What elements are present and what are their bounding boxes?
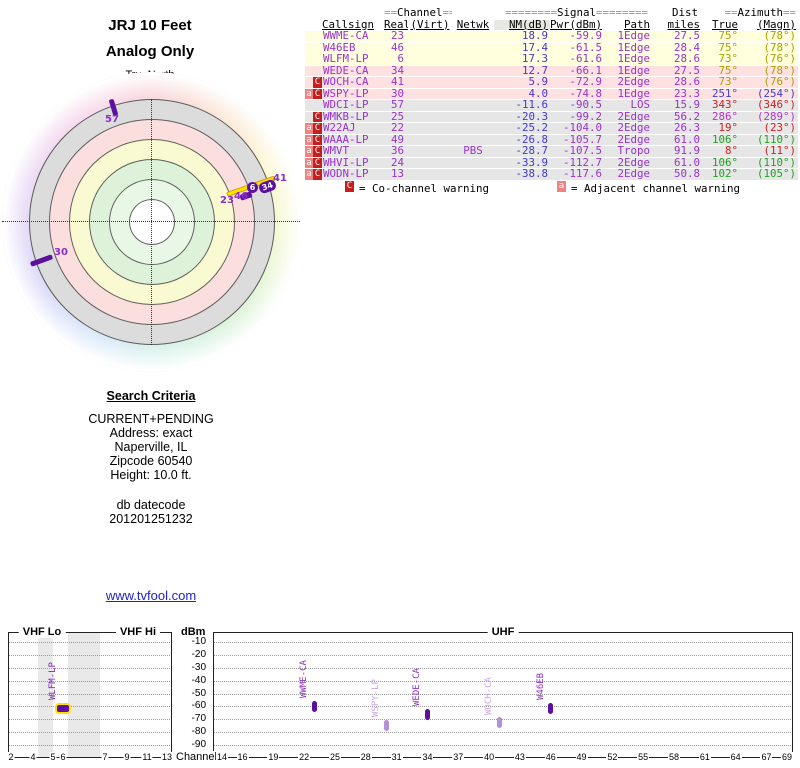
- dbm-tick-label: -40: [176, 674, 206, 686]
- grid-line: [213, 706, 793, 708]
- grid-line: [8, 693, 172, 695]
- grid-line: [8, 680, 172, 682]
- dbm-tick-label: -90: [176, 739, 206, 750]
- channel-tick-label: 16: [236, 752, 249, 762]
- grid-line: [213, 654, 793, 656]
- signal-marker-label: WLFM-LP: [48, 662, 58, 701]
- signal-marker-label: W46EB: [535, 673, 546, 701]
- vhf-shade-band: [68, 633, 100, 757]
- channel-tick-label: 2: [7, 752, 15, 762]
- band-label-vhf-lo: VHF Lo: [18, 626, 66, 638]
- channel-tick-label: 55: [637, 752, 650, 762]
- grid-line: [213, 745, 793, 746]
- channel-tick-label: 34: [421, 752, 434, 762]
- signal-marker: [55, 702, 71, 714]
- channel-tick-label: 28: [359, 752, 372, 762]
- grid-line: [8, 654, 172, 656]
- grid-line: [213, 719, 793, 721]
- grid-line: [8, 706, 172, 708]
- panel-border: [792, 632, 793, 757]
- channel-tick-label: 52: [606, 752, 619, 762]
- signal-marker-label: WEDE-CA: [412, 668, 423, 707]
- channel-axis-label: Channel: [176, 751, 217, 763]
- signal-marker-label: WSPY-LP: [371, 679, 382, 718]
- tvfool-report: JRJ 10 Feet Analog Only TrueNorth N 57 3…: [0, 0, 800, 768]
- panel-border: [213, 632, 214, 757]
- grid-line: [213, 732, 793, 734]
- channel-tick-label: 7: [101, 752, 109, 762]
- channel-tick-label: 43: [513, 752, 526, 762]
- signal-marker: [424, 708, 430, 720]
- dbm-axis-label: dBm: [181, 626, 206, 638]
- channel-tick-label: 11: [141, 752, 153, 762]
- channel-tick-label: 19: [267, 752, 280, 762]
- channel-tick-label: 25: [328, 752, 342, 762]
- grid-line: [8, 732, 172, 734]
- dbm-tick-label: -80: [176, 726, 206, 738]
- channel-tick-label: 67: [760, 752, 773, 762]
- grid-line: [8, 642, 172, 643]
- channel-tick-label: 69: [780, 752, 794, 762]
- signal-marker: [311, 700, 317, 712]
- band-label-vhf-hi: VHF Hi: [115, 626, 161, 638]
- channel-tick-label: 14: [215, 752, 229, 762]
- channel-tick-label: 22: [298, 752, 311, 762]
- grid-line: [8, 667, 172, 669]
- dbm-tick-label: -50: [176, 687, 206, 699]
- channel-tick-label: 31: [390, 752, 403, 762]
- signal-marker-label: WOCH-CA: [484, 677, 495, 715]
- channel-tick-label: 64: [729, 752, 742, 762]
- dbm-tick-label: -20: [176, 648, 206, 660]
- panel-border: [171, 632, 172, 757]
- dbm-tick-label: -60: [176, 700, 206, 712]
- channel-tick-label: 6: [59, 752, 67, 762]
- channel-tick-label: 46: [544, 752, 557, 762]
- dbm-tick-label: -30: [176, 661, 206, 673]
- grid-line: [8, 719, 172, 721]
- channel-tick-label: 40: [483, 752, 496, 762]
- band-label-uhf: UHF: [487, 626, 519, 638]
- grid-line: [8, 745, 172, 746]
- channel-tick-label: 61: [698, 752, 711, 762]
- channel-tick-label: 49: [575, 752, 588, 762]
- grid-line: [213, 642, 793, 643]
- channel-tick-label: 9: [123, 752, 131, 762]
- signal-marker: [496, 717, 502, 729]
- dbm-tick-label: -70: [176, 713, 206, 725]
- signal-marker: [383, 719, 389, 731]
- channel-tick-label: 58: [667, 752, 681, 762]
- channel-tick-label: 4: [29, 752, 37, 762]
- signal-marker-label: WWME-CA: [299, 660, 310, 699]
- channel-tick-label: 37: [452, 752, 465, 762]
- channel-tick-label: 5: [49, 752, 57, 762]
- signal-marker: [548, 702, 554, 714]
- signal-strength-chart: -10 -20 -30 -40 -50 -60 -70 -80 -90 VHF Lo VHF Hi U…: [0, 0, 800, 768]
- panel-border: [8, 632, 9, 757]
- channel-tick-label: 13: [160, 752, 174, 762]
